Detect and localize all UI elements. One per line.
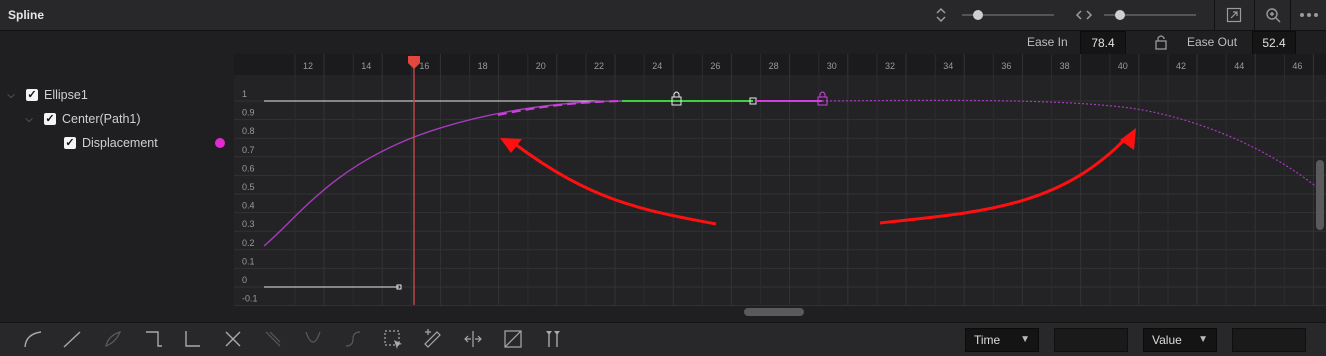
frame-tick-label: 22 — [594, 61, 604, 71]
shape-box-icon[interactable] — [502, 328, 524, 350]
frame-tick-label: 24 — [652, 61, 662, 71]
value-tick-label: 0.9 — [242, 108, 255, 118]
frame-tick-label: 28 — [769, 61, 779, 71]
frame-tick-label: 16 — [419, 61, 429, 71]
chevron-down-icon: ▼ — [1020, 334, 1030, 345]
ease-in-handle — [497, 100, 623, 116]
frame-tick-label: 20 — [536, 61, 546, 71]
value-tick-label: 0.1 — [242, 256, 255, 266]
value-tick-label: 0.2 — [242, 238, 255, 248]
spline-canvas[interactable]: 12 14 16 18 20 22 24 26 28 30 32 34 36 38 40 42 44 46 1 0.… — [0, 0, 1326, 322]
frame-tick-label: 40 — [1118, 61, 1128, 71]
vertical-scrollbar[interactable] — [1316, 160, 1324, 230]
time-stretch-icon[interactable] — [462, 328, 484, 350]
time-dropdown[interactable]: Time ▼ — [965, 328, 1039, 352]
frame-labels: 12 14 16 18 20 22 24 26 28 30 32 34 36 38 40 42 44 46 — [303, 61, 1302, 71]
smooth-icon[interactable] — [22, 328, 44, 350]
frame-tick-label: 18 — [478, 61, 488, 71]
step-in-icon[interactable] — [142, 328, 164, 350]
pencil-add-icon[interactable] — [422, 328, 444, 350]
grid-lines — [234, 54, 1326, 307]
value-tick-label: 1 — [242, 89, 247, 99]
frame-tick-label: 32 — [885, 61, 895, 71]
reverse-icon[interactable] — [222, 328, 244, 350]
horizontal-scrollbar[interactable] — [744, 308, 804, 316]
frame-tick-label: 26 — [710, 61, 720, 71]
frame-tick-label: 36 — [1001, 61, 1011, 71]
frame-tick-label: 38 — [1060, 61, 1070, 71]
invert-icon[interactable] — [102, 328, 124, 350]
value-field[interactable] — [1232, 328, 1306, 352]
time-dropdown-value: Time — [974, 333, 1001, 347]
step-out-icon[interactable] — [182, 328, 204, 350]
annotation-arrow-left — [500, 138, 717, 226]
select-all-icon[interactable] — [382, 328, 404, 350]
value-labels: 1 0.9 0.8 0.7 0.6 0.5 0.4 0.3 0.2 0.1 0 -0.1 — [242, 89, 258, 304]
set-loop-icon[interactable] — [262, 328, 284, 350]
spline-curve-ease-in — [263, 100, 623, 247]
linear-icon[interactable] — [61, 328, 83, 350]
frame-tick-label: 46 — [1292, 61, 1302, 71]
value-tick-label: 0.6 — [242, 163, 255, 173]
value-tick-label: 0.4 — [242, 201, 255, 211]
playhead-handle[interactable] — [408, 56, 420, 69]
chevron-down-icon: ▼ — [1198, 334, 1208, 345]
value-tick-label: 0.3 — [242, 219, 255, 229]
value-tick-label: 0.7 — [242, 145, 255, 155]
show-keymarkers-icon[interactable] — [542, 328, 564, 350]
ping-pong-icon[interactable] — [302, 328, 324, 350]
value-tick-label: 0.8 — [242, 126, 255, 136]
value-tick-label: 0 — [242, 275, 247, 285]
frame-tick-label: 30 — [827, 61, 837, 71]
value-dropdown[interactable]: Value ▼ — [1143, 328, 1217, 352]
frame-tick-label: 42 — [1176, 61, 1186, 71]
ease-out-lock-icon[interactable] — [817, 91, 828, 106]
frame-tick-label: 14 — [361, 61, 371, 71]
relative-icon[interactable] — [342, 328, 364, 350]
value-tick-label: -0.1 — [242, 294, 258, 304]
frame-tick-label: 44 — [1234, 61, 1244, 71]
time-field[interactable] — [1054, 328, 1128, 352]
frame-tick-label: 12 — [303, 61, 313, 71]
frame-tick-label: 34 — [943, 61, 953, 71]
value-tick-label: 0.5 — [242, 182, 255, 192]
value-dropdown-value: Value — [1152, 333, 1182, 347]
spline-curve-ease-out — [821, 99, 1319, 189]
